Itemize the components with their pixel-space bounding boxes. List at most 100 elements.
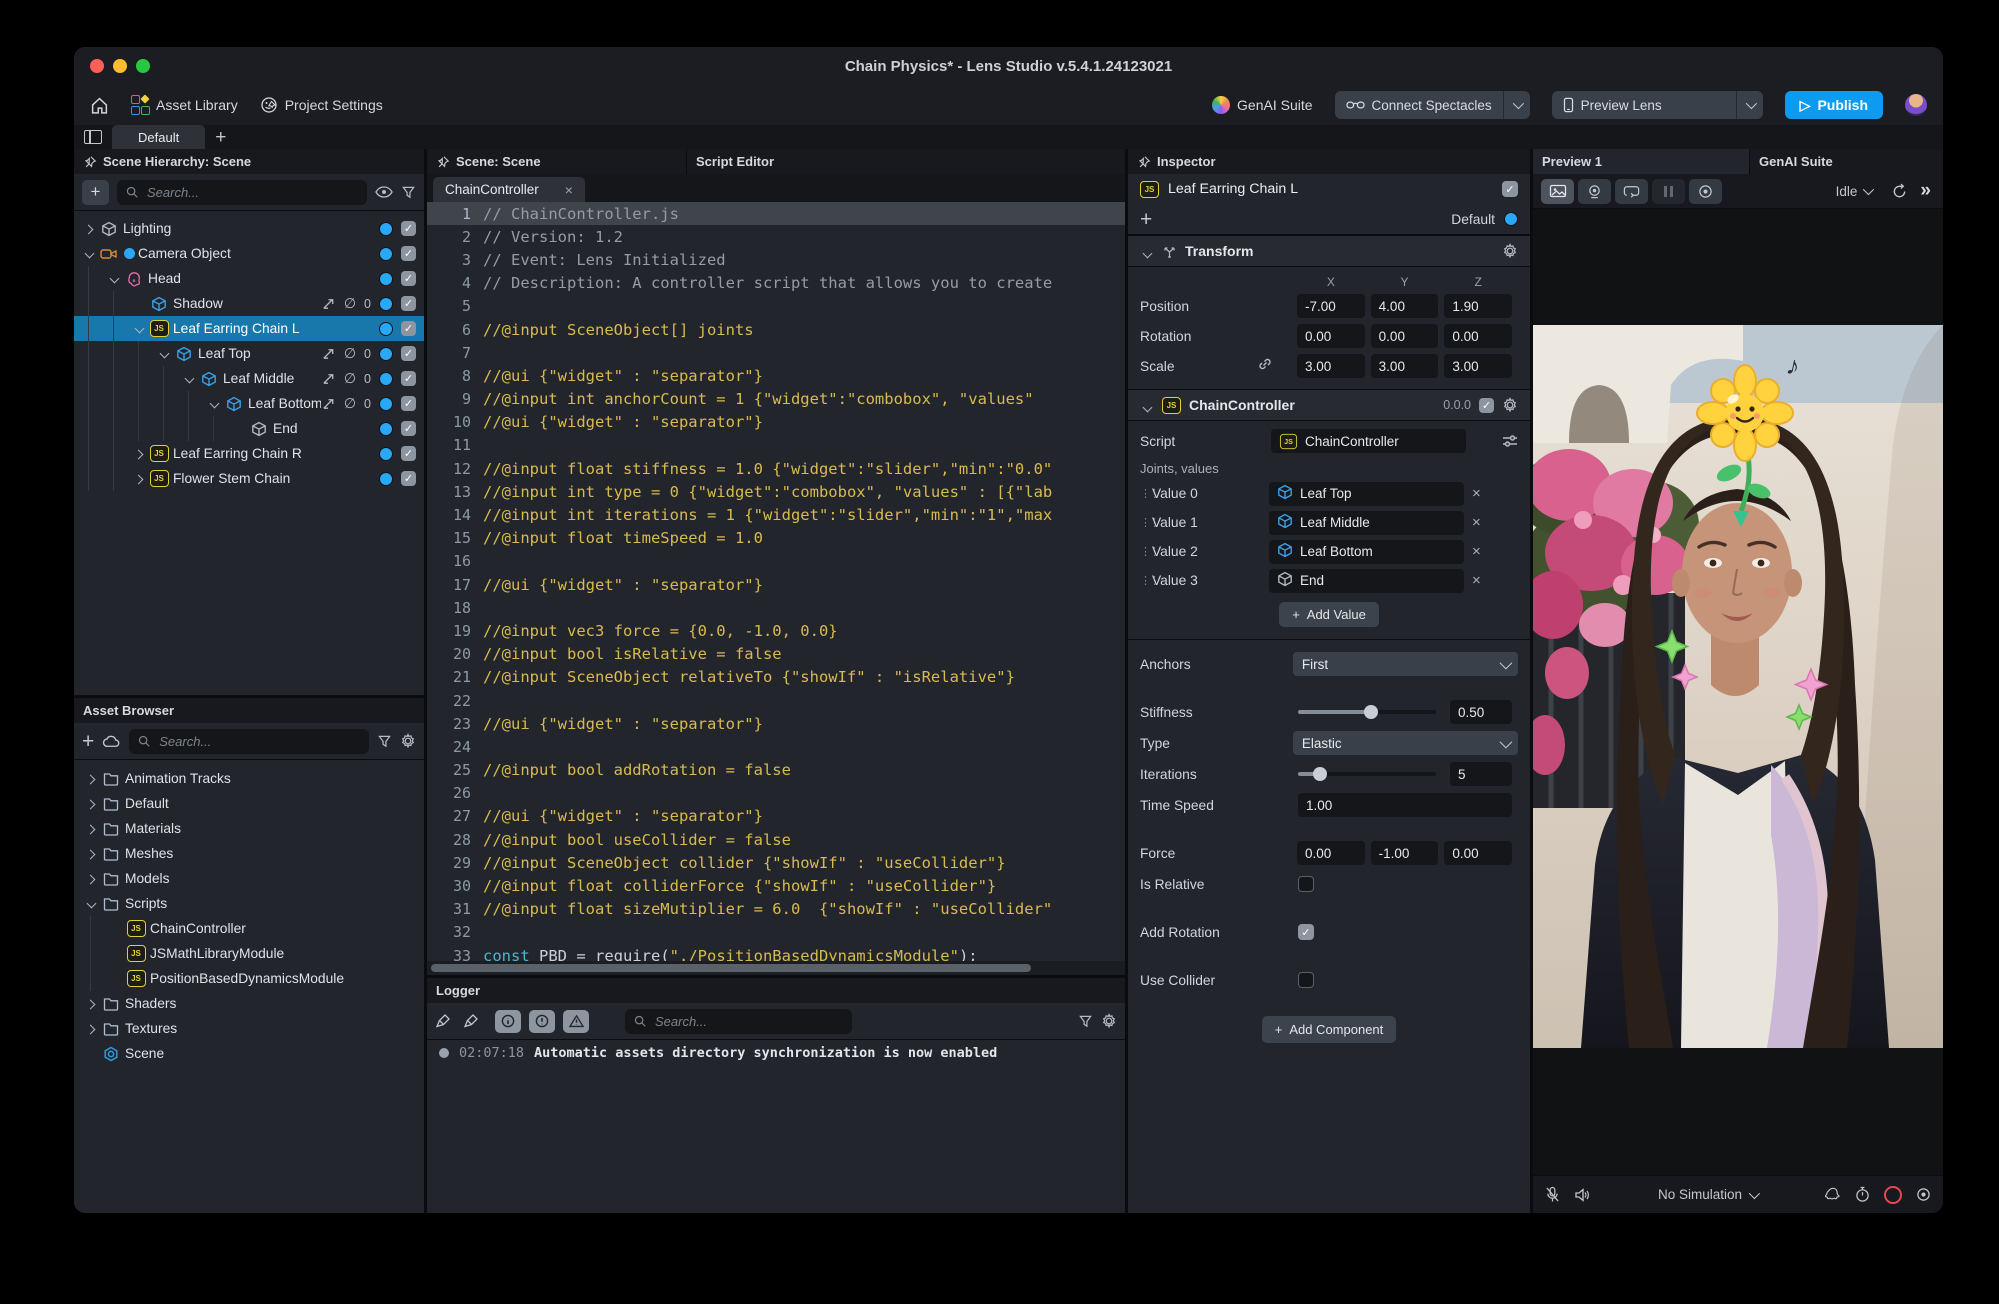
transform-section-header[interactable]: Transform [1128, 235, 1530, 267]
home-icon[interactable] [90, 96, 109, 115]
asset-row[interactable]: JS JSMathLibraryModule [74, 941, 424, 966]
filter-icon[interactable] [377, 734, 392, 749]
asset-row[interactable]: Materials [74, 816, 424, 841]
stiffness-slider[interactable] [1298, 705, 1436, 719]
chevron-right-icon[interactable] [84, 871, 100, 887]
chevron-right-icon[interactable] [84, 996, 100, 1012]
image-source-button[interactable] [1541, 178, 1574, 204]
number-field[interactable]: -7.00 [1297, 294, 1365, 318]
microphone-muted-icon[interactable] [1545, 1186, 1560, 1203]
code-line[interactable]: 1 // ChainController.js [427, 202, 1125, 226]
slider-value-field[interactable]: 5 [1450, 762, 1512, 786]
hierarchy-search-input[interactable] [145, 183, 359, 201]
code-line[interactable]: 12 //@input float stiffness = 1.0 {"widg… [427, 457, 1125, 480]
connect-spectacles-dropdown[interactable] [1502, 91, 1530, 119]
enabled-dot[interactable] [379, 396, 393, 411]
code-line[interactable]: 17 //@ui {"widget" : "separator"} [427, 573, 1125, 596]
number-field[interactable]: 0.00 [1444, 324, 1513, 348]
logger-search-input[interactable] [653, 1012, 844, 1030]
visibility-off-icon[interactable]: ∅ [344, 295, 356, 312]
code-line[interactable]: 31 //@input float sizeMutiplier = 6.0 {"… [427, 898, 1125, 921]
is-relative-checkbox[interactable] [1298, 876, 1314, 892]
stream-button[interactable] [1615, 178, 1648, 204]
chevron-right-icon[interactable] [84, 796, 100, 812]
code-line[interactable]: 7 [427, 341, 1125, 364]
chevron-down-icon[interactable] [1140, 246, 1154, 256]
hierarchy-row[interactable]: Leaf Bottom ∅ 0 ✓ [74, 391, 424, 416]
enabled-checkbox[interactable]: ✓ [401, 371, 416, 386]
code-line[interactable]: 6 //@input SceneObject[] joints [427, 318, 1125, 341]
number-field[interactable]: 4.00 [1370, 294, 1439, 318]
chevron-right-icon[interactable] [132, 471, 148, 487]
enabled-checkbox[interactable]: ✓ [401, 321, 416, 336]
anchors-dropdown[interactable]: First [1292, 652, 1518, 676]
drag-handle-icon[interactable]: ⋮⋮ [1140, 516, 1160, 529]
enabled-checkbox[interactable]: ✓ [401, 271, 416, 286]
script-editor-header[interactable]: Script Editor [687, 149, 1125, 174]
remove-value-icon[interactable]: × [1472, 543, 1481, 560]
asset-row[interactable]: Scene [74, 1041, 424, 1066]
gear-icon[interactable] [1502, 397, 1518, 413]
code-line[interactable]: 10 //@ui {"widget" : "separator"} [427, 411, 1125, 434]
component-enabled-checkbox[interactable]: ✓ [1479, 397, 1494, 413]
enabled-dot[interactable] [379, 296, 393, 311]
drag-handle-icon[interactable]: ⋮⋮ [1140, 545, 1160, 558]
capture-button[interactable] [1916, 1187, 1931, 1202]
drag-handle-icon[interactable]: ⋮⋮ [1140, 487, 1160, 500]
editor-tab-chaincontroller[interactable]: ChainController × [433, 177, 585, 202]
chevron-right-icon[interactable] [84, 821, 100, 837]
code-line[interactable]: 15 //@input float timeSpeed = 1.0 [427, 527, 1125, 550]
connect-spectacles-button[interactable]: Connect Spectacles [1334, 91, 1503, 119]
chevron-right-icon[interactable] [84, 771, 100, 787]
number-field[interactable]: 3.00 [1370, 354, 1439, 378]
code-line[interactable]: 11 [427, 434, 1125, 457]
script-value-chip[interactable]: JS ChainController [1271, 429, 1466, 453]
enabled-checkbox[interactable]: ✓ [401, 246, 416, 261]
chevron-down-icon[interactable] [82, 246, 98, 262]
genai-suite-tab[interactable]: GenAI Suite [1750, 149, 1943, 174]
code-line[interactable]: 23 //@ui {"widget" : "separator"} [427, 712, 1125, 735]
slider-handle[interactable] [1364, 705, 1379, 719]
code-line[interactable]: 29 //@input SceneObject collider {"showI… [427, 851, 1125, 874]
code-line[interactable]: 22 [427, 689, 1125, 712]
chevron-down-icon[interactable] [132, 321, 148, 337]
visibility-off-icon[interactable]: ∅ [344, 370, 356, 387]
pin-icon[interactable] [436, 155, 450, 169]
code-line[interactable]: 33 const PBD = require("./PositionBasedD… [427, 944, 1125, 961]
chevron-down-icon[interactable] [84, 896, 100, 912]
code-line[interactable]: 2 // Version: 1.2 [427, 225, 1125, 248]
asset-row[interactable]: Models [74, 866, 424, 891]
joint-object-chip[interactable]: End [1269, 568, 1464, 593]
layer-dot[interactable] [1504, 212, 1518, 226]
drag-handle-icon[interactable]: ⋮⋮ [1140, 574, 1160, 587]
scrollbar-thumb[interactable] [431, 964, 1032, 972]
chevron-right-icon[interactable] [84, 846, 100, 862]
chevron-down-icon[interactable] [207, 396, 223, 412]
enabled-checkbox[interactable]: ✓ [401, 471, 416, 486]
code-line[interactable]: 32 [427, 921, 1125, 944]
chevron-down-icon[interactable] [107, 271, 123, 287]
log-entry[interactable]: 02:07:18 Automatic assets directory sync… [427, 1039, 1125, 1066]
visibility-off-icon[interactable]: ∅ [344, 395, 356, 412]
remove-value-icon[interactable]: × [1472, 485, 1481, 502]
project-settings-button[interactable]: Project Settings [260, 96, 383, 114]
enabled-checkbox[interactable]: ✓ [401, 346, 416, 361]
asset-row[interactable]: Textures [74, 1016, 424, 1041]
show-overlay-button[interactable] [1689, 178, 1722, 204]
asset-row[interactable]: Animation Tracks [74, 766, 424, 791]
joint-object-chip[interactable]: Leaf Middle [1269, 510, 1464, 535]
code-line[interactable]: 30 //@input float colliderForce {"showIf… [427, 874, 1125, 897]
asset-row[interactable]: Meshes [74, 841, 424, 866]
chevron-down-icon[interactable] [1140, 400, 1154, 410]
code-line[interactable]: 25 //@input bool addRotation = false [427, 759, 1125, 782]
code-line[interactable]: 19 //@input vec3 force = {0.0, -1.0, 0.0… [427, 619, 1125, 642]
asset-row[interactable]: Default [74, 791, 424, 816]
hierarchy-row[interactable]: JS Leaf Earring Chain R ✓ [74, 441, 424, 466]
enabled-dot[interactable] [379, 371, 393, 386]
info-filter-toggle[interactable] [495, 1009, 521, 1033]
hierarchy-row[interactable]: JS Flower Stem Chain ✓ [74, 466, 424, 491]
code-editor[interactable]: 1 // ChainController.js 2 // Version: 1.… [427, 202, 1125, 961]
pin-icon[interactable] [83, 155, 97, 169]
slider-value-field[interactable]: 0.50 [1450, 700, 1512, 724]
slider-handle[interactable] [1313, 767, 1328, 781]
